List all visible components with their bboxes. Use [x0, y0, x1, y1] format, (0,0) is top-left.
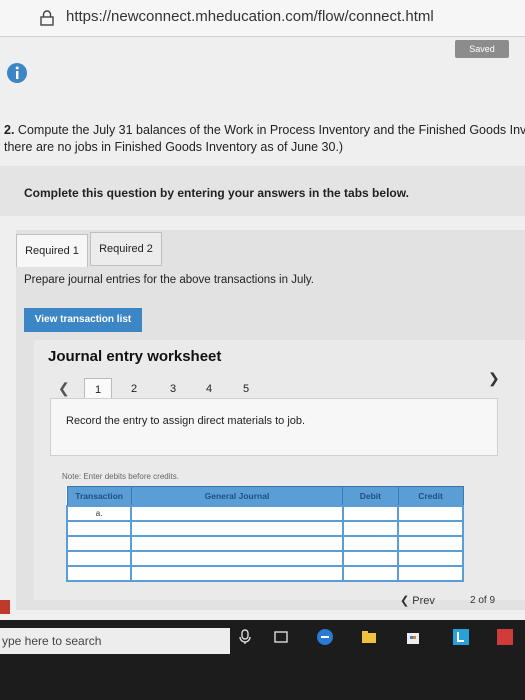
transaction-cell	[65, 520, 133, 537]
debit-input[interactable]	[341, 535, 400, 552]
debit-credit-note: Note: Enter debits before credits.	[62, 472, 179, 481]
info-icon[interactable]	[6, 62, 28, 84]
of-label: of	[478, 595, 487, 606]
table-row	[65, 550, 464, 567]
account-input[interactable]	[130, 535, 344, 552]
browser-window: https://newconnect.mheducation.com/flow/…	[0, 0, 525, 620]
instruction-text: Complete this question by entering your …	[24, 186, 409, 200]
current-page: 2	[470, 595, 476, 606]
microphone-icon[interactable]	[236, 628, 254, 646]
page-tab-4[interactable]: 4	[199, 383, 219, 395]
credit-input[interactable]	[397, 550, 464, 567]
account-input[interactable]	[130, 550, 344, 567]
header-credit: Credit	[397, 486, 464, 507]
record-box	[50, 398, 498, 456]
header-general-journal: General Journal	[130, 486, 344, 507]
chevron-left-icon[interactable]: ❮	[58, 380, 70, 397]
tab-required-2[interactable]: Required 2	[90, 232, 162, 266]
edge-browser-icon[interactable]	[316, 628, 334, 646]
debit-input[interactable]	[341, 550, 400, 567]
debit-input[interactable]	[341, 565, 400, 582]
journal-table: Transaction General Journal Debit Credit…	[65, 486, 464, 582]
question-line-1: Compute the July 31 balances of the Work…	[17, 123, 525, 137]
chevron-right-icon[interactable]: ❯	[488, 370, 500, 387]
tab-prompt: Prepare journal entries for the above tr…	[24, 274, 314, 286]
record-instruction: Record the entry to assign direct materi…	[66, 415, 306, 427]
table-row	[65, 535, 464, 552]
question-text: 2. Compute the July 31 balances of the W…	[4, 122, 525, 156]
page-tab-5[interactable]: 5	[236, 383, 256, 395]
worksheet-title: Journal entry worksheet	[48, 348, 222, 365]
app-red-icon[interactable]	[496, 628, 514, 646]
debit-input[interactable]	[341, 505, 400, 522]
account-input[interactable]	[130, 505, 344, 522]
side-marker	[0, 600, 10, 614]
taskbar-search-input[interactable]: ype here to search	[0, 628, 230, 654]
credit-input[interactable]	[397, 520, 464, 537]
total-pages: 9	[489, 595, 496, 606]
question-line-2: there are no jobs in Finished Goods Inve…	[4, 140, 344, 154]
url-text[interactable]: https://newconnect.mheducation.com/flow/…	[66, 8, 434, 25]
store-icon[interactable]	[404, 628, 422, 646]
page-tab-3[interactable]: 3	[163, 383, 183, 395]
debit-input[interactable]	[341, 520, 400, 537]
table-row: a.	[65, 505, 464, 522]
header-debit: Debit	[342, 486, 399, 507]
prev-button[interactable]: ❮ Prev	[400, 594, 435, 607]
credit-input[interactable]	[397, 535, 464, 552]
transaction-cell	[65, 535, 133, 552]
credit-input[interactable]	[397, 505, 464, 522]
transaction-cell	[65, 550, 133, 567]
lock-icon	[40, 10, 54, 26]
task-view-icon[interactable]	[272, 628, 290, 646]
transaction-cell	[65, 565, 133, 582]
app-l-icon[interactable]	[452, 628, 470, 646]
saved-badge: Saved	[455, 40, 509, 58]
question-number: 2.	[4, 123, 15, 137]
table-row	[65, 520, 464, 537]
chevron-left-icon: ❮	[400, 595, 410, 607]
page-indicator: 2 of 9	[470, 595, 495, 606]
account-input[interactable]	[130, 565, 344, 582]
view-transaction-list-button[interactable]: View transaction list	[24, 308, 142, 332]
tab-required-1[interactable]: Required 1	[16, 234, 88, 267]
transaction-cell: a.	[65, 505, 133, 522]
table-header-row: Transaction General Journal Debit Credit	[66, 486, 464, 507]
account-input[interactable]	[130, 520, 344, 537]
page-tab-2[interactable]: 2	[124, 383, 144, 395]
table-row	[65, 565, 464, 582]
credit-input[interactable]	[397, 565, 464, 582]
address-bar[interactable]: https://newconnect.mheducation.com/flow/…	[0, 0, 525, 37]
header-transaction: Transaction	[66, 486, 132, 507]
prev-label: Prev	[412, 595, 435, 607]
file-explorer-icon[interactable]	[360, 628, 378, 646]
